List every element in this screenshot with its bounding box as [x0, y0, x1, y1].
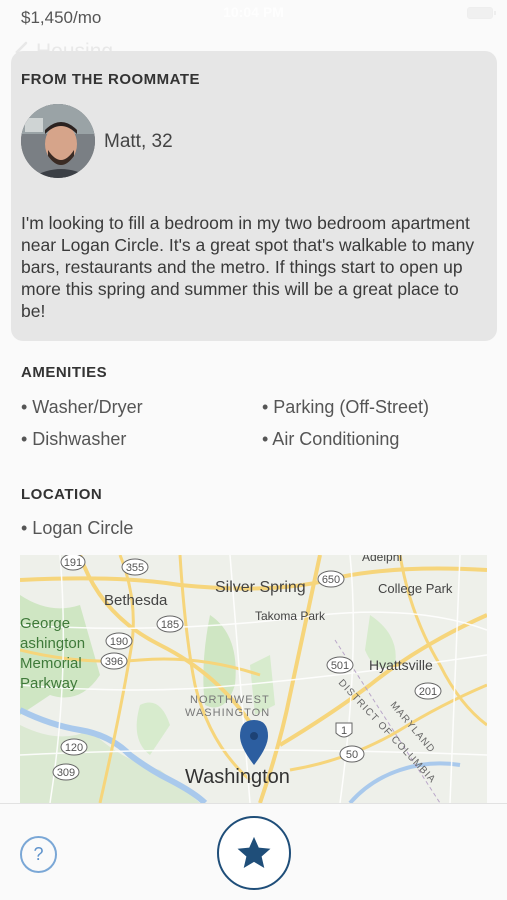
map-label-memorial: Memorial — [20, 655, 82, 672]
roommate-name: Matt, 32 — [104, 131, 173, 152]
map-shield: 185 — [161, 619, 179, 631]
amenity-item: • Air Conditioning — [262, 429, 400, 449]
map-shield: 201 — [419, 686, 437, 698]
location-section-title: LOCATION — [21, 486, 103, 503]
map-shield: 50 — [346, 749, 358, 761]
location-item: • Logan Circle — [21, 518, 134, 538]
battery-icon — [467, 7, 496, 19]
map-label-silver-spring: Silver Spring — [215, 579, 306, 596]
roommate-bio: I'm looking to fill a bedroom in my two … — [21, 213, 475, 321]
roommate-section-title: FROM THE ROOMMATE — [21, 71, 201, 88]
map-shield: 501 — [331, 660, 349, 672]
amenities-section-title: AMENITIES — [21, 364, 108, 381]
map-shield: 355 — [126, 562, 144, 574]
map-shield: 1 — [341, 725, 347, 737]
map-shield: 396 — [105, 656, 123, 668]
status-time: 10:04 PM — [223, 4, 284, 20]
map-label-hyattsville: Hyattsville — [369, 657, 433, 673]
favorite-button[interactable] — [217, 816, 291, 890]
map-label-adelphi: Adelphi — [362, 555, 402, 564]
amenity-item: • Washer/Dryer — [21, 397, 143, 417]
location-map[interactable]: 191 355 650 185 190 396 501 201 1 50 120… — [20, 555, 487, 803]
amenity-item: • Dishwasher — [21, 429, 127, 449]
map-canvas: 191 355 650 185 190 396 501 201 1 50 120… — [20, 555, 487, 803]
bottom-toolbar: ? — [0, 803, 507, 900]
map-shield: 191 — [64, 557, 82, 569]
map-label-college-park: College Park — [378, 581, 453, 596]
map-label-george: George — [20, 615, 70, 632]
map-shield: 190 — [110, 636, 128, 648]
map-label-takoma-park: Takoma Park — [255, 609, 326, 623]
avatar[interactable] — [21, 104, 95, 178]
map-label-ashington: ashington — [20, 635, 85, 652]
map-label-washington: Washington — [185, 766, 290, 788]
map-shield: 309 — [57, 767, 75, 779]
help-button[interactable]: ? — [20, 836, 57, 873]
map-shield: 120 — [65, 742, 83, 754]
roommate-card: FROM THE ROOMMATE Matt, 32 I'm looking t… — [11, 51, 497, 341]
help-icon: ? — [33, 844, 44, 864]
map-label-parkway: Parkway — [20, 675, 78, 692]
map-label-bethesda: Bethesda — [104, 592, 168, 609]
map-pin-icon — [240, 720, 268, 765]
map-label-nw-washington: WASHINGTON — [185, 707, 270, 719]
map-label-northwest: NORTHWEST — [190, 694, 270, 706]
map-shield: 650 — [322, 574, 340, 586]
amenity-item: • Parking (Off-Street) — [262, 397, 430, 417]
star-icon — [237, 836, 271, 869]
